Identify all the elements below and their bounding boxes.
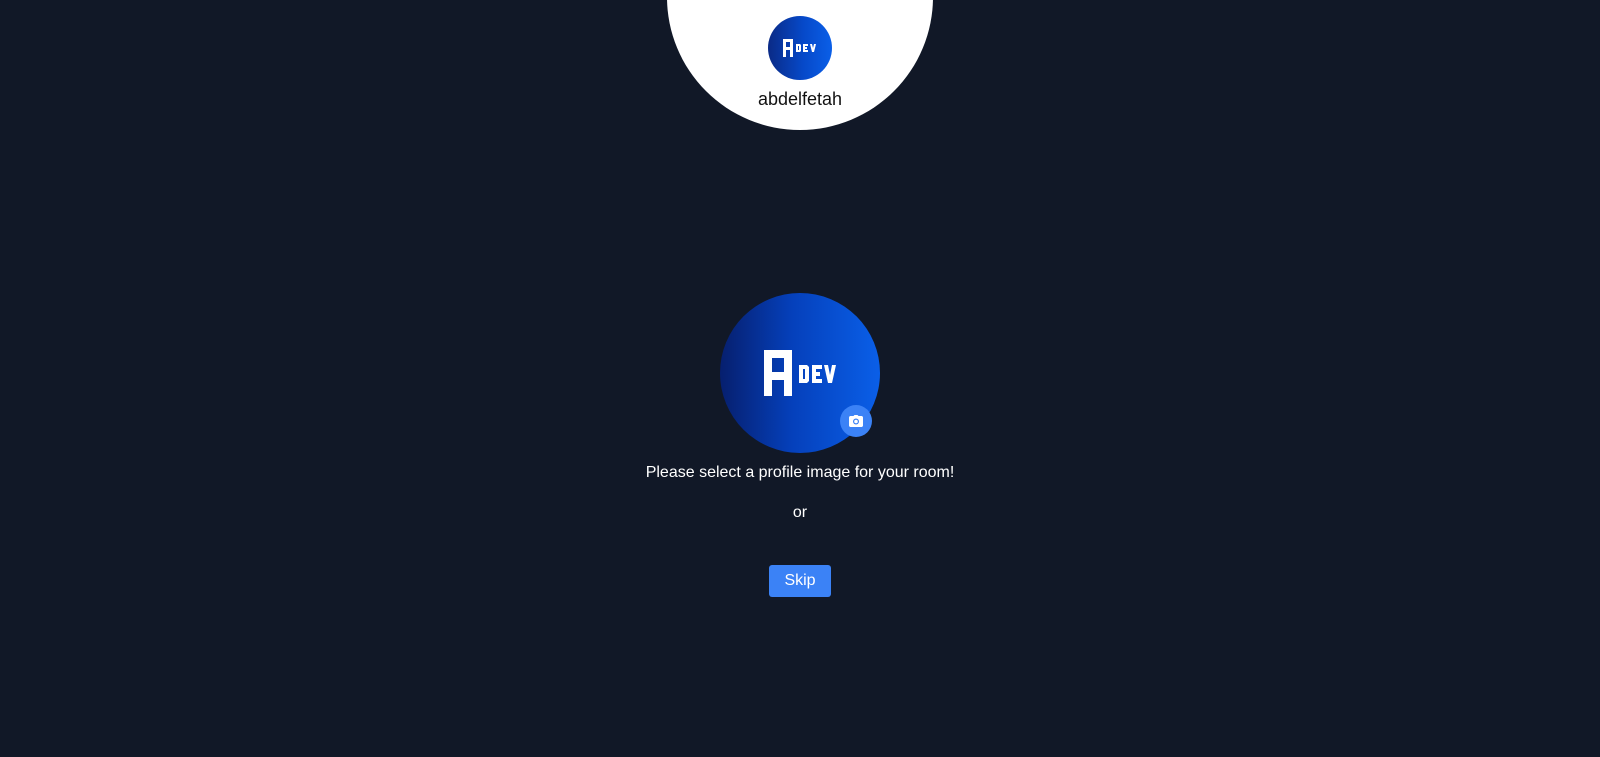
camera-icon — [849, 415, 863, 427]
profile-image-prompt: Please select a profile image for your r… — [645, 464, 955, 481]
user-avatar[interactable] — [768, 16, 832, 80]
adev-logo-icon — [764, 350, 836, 396]
room-profile-setup-page: abdelfetah Please select a profile image… — [0, 0, 1600, 757]
skip-button[interactable]: Skip — [769, 565, 831, 597]
adev-logo-icon — [783, 39, 816, 57]
change-image-button[interactable] — [840, 405, 872, 437]
user-name: abdelfetah — [757, 89, 843, 109]
or-separator: or — [792, 504, 808, 521]
